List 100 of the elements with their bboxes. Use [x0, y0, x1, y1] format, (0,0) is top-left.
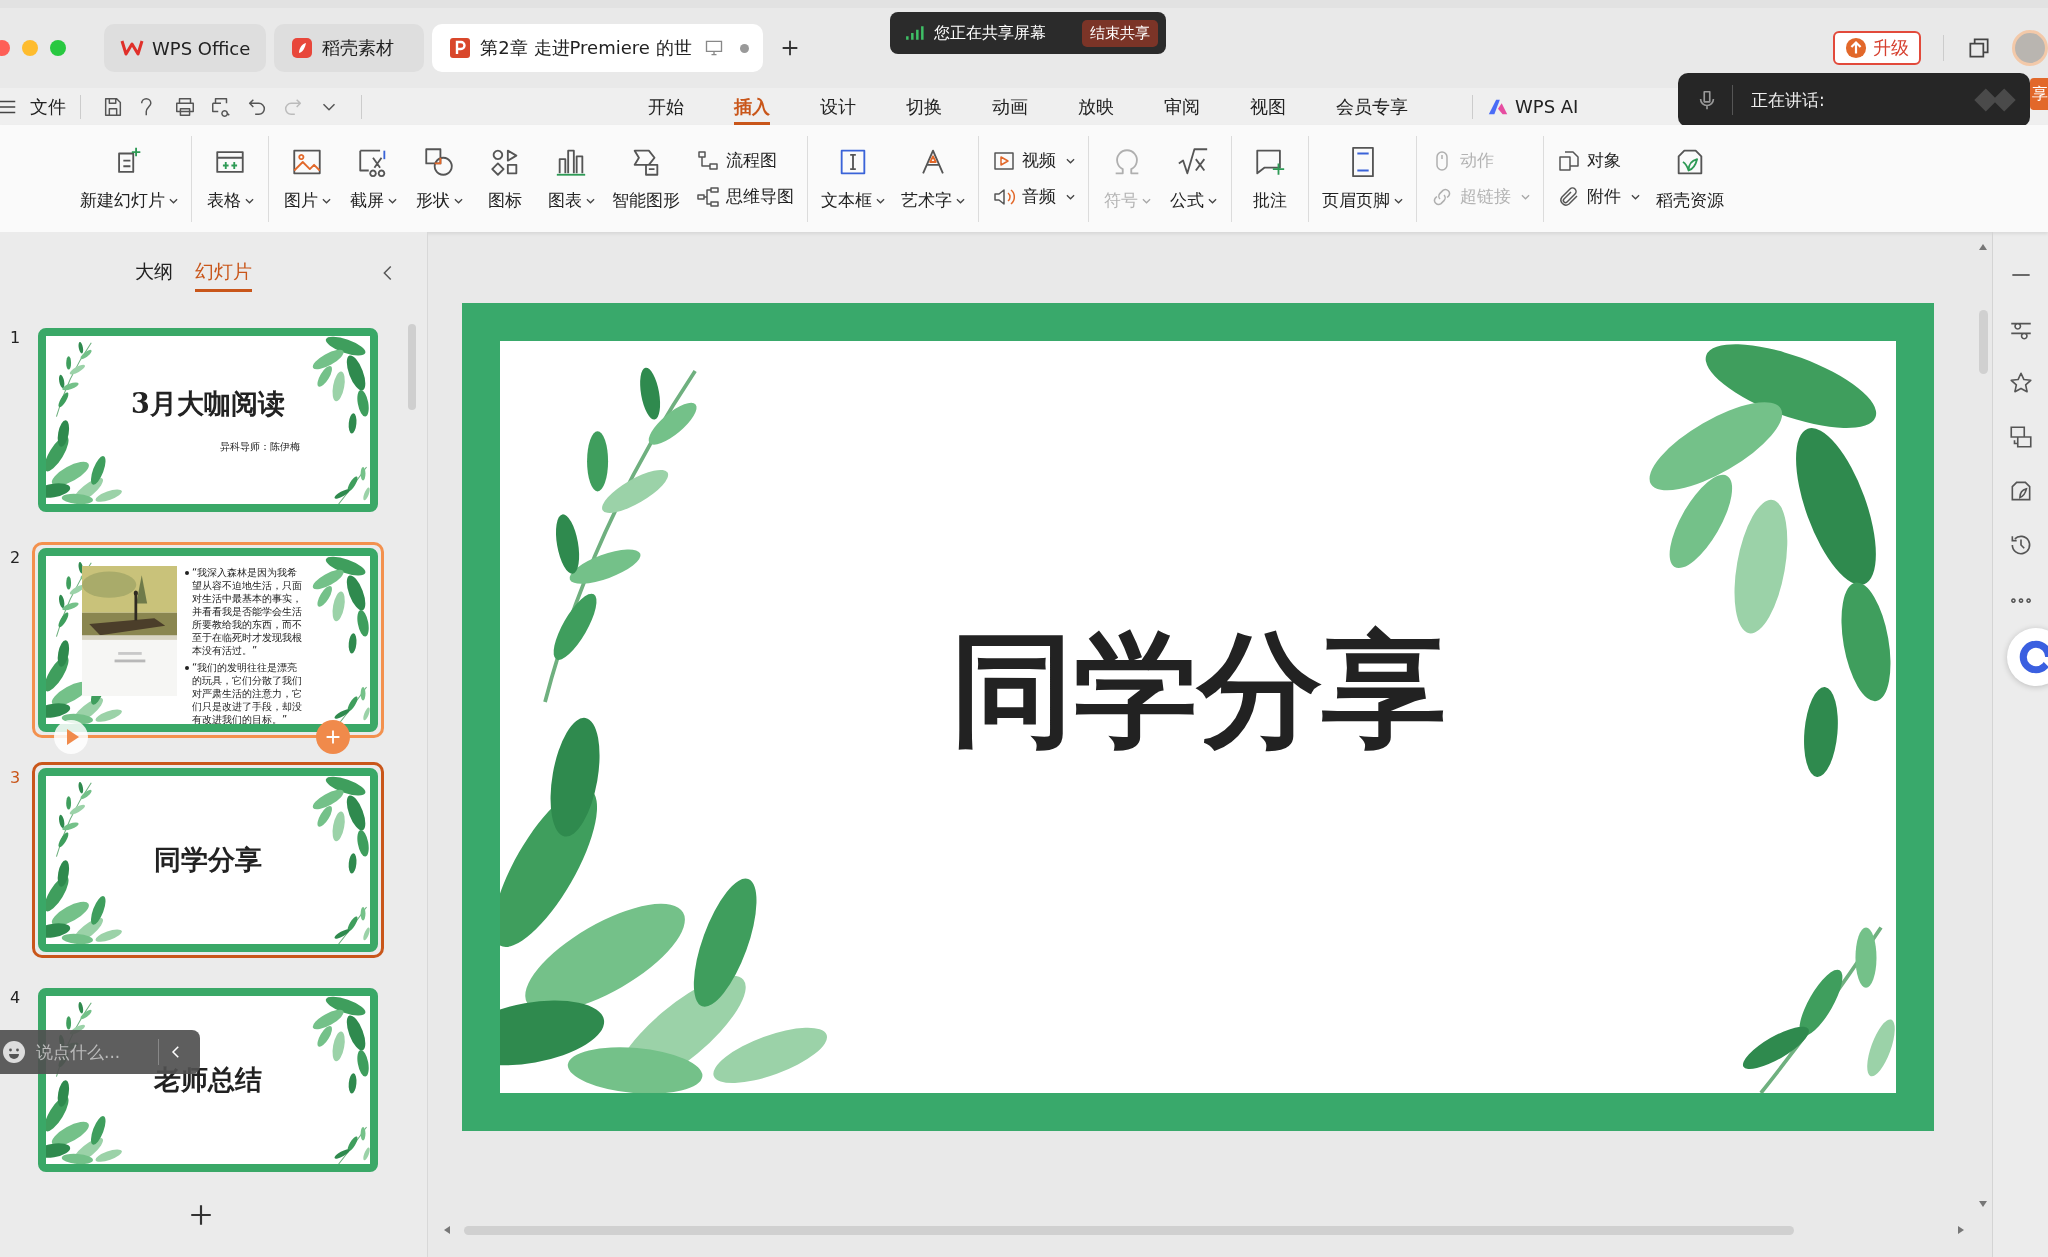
assistant-button[interactable] [2007, 628, 2048, 686]
caret-icon [1207, 197, 1217, 204]
scrollbar-thumb[interactable] [464, 1225, 1794, 1235]
ribbon-button[interactable]: 音频 [992, 184, 1075, 209]
slide-number: 2 [8, 548, 22, 567]
slide-title[interactable]: 同学分享 [950, 608, 1446, 776]
ribbon-button[interactable]: 视频 [992, 148, 1075, 173]
chat-input[interactable]: 说点什么... [34, 1041, 150, 1063]
scroll-right-icon[interactable] [1956, 1225, 1966, 1235]
slide-subtitle: 异科导师：陈伊梅 [220, 440, 300, 454]
caret-icon [321, 197, 331, 204]
play-icon [66, 729, 79, 745]
ribbon-button[interactable]: 页眉页脚 [1318, 141, 1407, 216]
menu-tab[interactable]: 放映 [1078, 88, 1114, 125]
menu-tab[interactable]: 开始 [648, 88, 684, 125]
bullet-icon [185, 666, 189, 670]
menu-tab[interactable]: 审阅 [1164, 88, 1200, 125]
paperclip-icon [1557, 184, 1581, 209]
add-icon[interactable] [188, 1202, 214, 1228]
ribbon-button[interactable]: 公式 [1164, 141, 1222, 216]
leaf-sprig-drawing [334, 686, 370, 724]
ribbon-button[interactable]: 图片 [278, 141, 336, 216]
ribbon-button[interactable]: 艺术字 [897, 141, 969, 216]
shapes-icon [422, 145, 456, 179]
caret-icon [1394, 197, 1403, 204]
caret-icon [169, 197, 178, 204]
scroll-down-icon[interactable] [1978, 1199, 1988, 1209]
window-tab[interactable]: 稻壳素材 [274, 24, 425, 72]
ribbon-button[interactable]: 对象 [1557, 148, 1640, 173]
slide-title: 同学分享 [154, 843, 262, 877]
caret-icon [1066, 157, 1075, 164]
ribbon-button[interactable]: 思维导图 [696, 184, 794, 209]
arrow-up-icon [1845, 37, 1867, 59]
menu-tab[interactable]: 会员专享 [1336, 88, 1408, 125]
ribbon-button[interactable]: 表格 [201, 141, 259, 216]
presentation-logo-icon [448, 36, 473, 60]
ribbon-button[interactable]: 稻壳资源 [1652, 141, 1728, 216]
slide-thumbnail[interactable]: “我深入森林是因为我希望从容不迫地生活，只面对生活中最基本的事实，并看看我是否能学会生活所要教给我的东西，而不至于在临死时才发现我根本没有活过。” “我们的发明往往是漂亮的玩具，它们分散了我们对严肃生活的注意力，它们只是改进了手段，却没有改进我们的目标。” [32, 542, 384, 738]
scroll-left-icon[interactable] [442, 1225, 452, 1235]
quote-text: “我深入森林是因为我希望从容不迫地生活，只面对生活中最基本的事实，并看看我是否能学会生活所要教给我的东西，而不至于在临死时才发现我根本没有活过。” [192, 566, 303, 657]
slide-number: 3 [8, 768, 22, 787]
windows-icon[interactable] [1966, 35, 1992, 61]
diamond-icon [1972, 86, 2018, 114]
ribbon-button[interactable]: 形状 [410, 141, 468, 216]
caret-icon [1066, 193, 1075, 200]
scrollbar-thumb[interactable] [1978, 310, 1988, 374]
quote-text: “我们的发明往往是漂亮的玩具，它们分散了我们对严肃生活的注意力，它们只是改进了手段，却没有改进我们的目标。” [192, 661, 303, 724]
ribbon-button[interactable]: 批注 [1241, 141, 1299, 216]
caret-icon [1631, 193, 1640, 200]
window-tab[interactable]: 第2章 走进Premiere 的世 [432, 24, 763, 72]
play-button[interactable] [54, 720, 88, 754]
menu-tab[interactable]: 动画 [992, 88, 1028, 125]
slide-number: 4 [8, 988, 22, 1007]
monitor-icon [703, 38, 724, 58]
docer-logo-icon [290, 36, 315, 60]
slide-thumbnail[interactable]: 同学分享 [32, 762, 384, 958]
window-tab[interactable]: WPS Office [104, 24, 267, 72]
ribbon-button[interactable]: 流程图 [696, 148, 794, 173]
ribbon-button[interactable]: 图表 [542, 141, 600, 216]
menu-tab[interactable]: 设计 [820, 88, 856, 125]
ribbon-button[interactable]: 文本框 [817, 141, 889, 216]
panel-tab[interactable]: 幻灯片 [195, 258, 252, 292]
smiley-icon[interactable] [2, 1040, 26, 1064]
ribbon-button[interactable]: 截屏 [344, 141, 402, 216]
menu-tab[interactable]: 切换 [906, 88, 942, 125]
scrollbar-thumb[interactable] [408, 324, 416, 410]
caret-icon [1521, 193, 1530, 200]
ribbon-button[interactable]: 智能图形 [608, 141, 684, 216]
panel-tab[interactable]: 大纲 [135, 258, 173, 292]
speaking-label: 正在讲话: [1751, 88, 1825, 112]
caret-icon [244, 197, 254, 204]
scroll-up-icon[interactable] [1978, 242, 1988, 252]
bullet-icon [185, 571, 189, 575]
caret-icon [387, 197, 397, 204]
signal-bars-icon [904, 23, 924, 43]
caret-icon [956, 197, 965, 204]
caret-icon [453, 197, 463, 204]
ribbon-button[interactable]: 附件 [1557, 184, 1640, 209]
caret-icon [876, 197, 885, 204]
object-icon [1557, 148, 1581, 173]
share-status-text: 您正在共享屏幕 [934, 22, 1046, 44]
caret-icon [1141, 197, 1151, 204]
leaf-sprig-drawing [334, 906, 370, 944]
add-slide-button[interactable] [316, 720, 350, 754]
mind-map-icon [696, 184, 720, 209]
slide-title: 3月大咖阅读 [131, 387, 285, 421]
upgrade-button[interactable]: 升级 [1833, 31, 1921, 65]
unsaved-dot-icon [739, 43, 749, 53]
slide-number: 1 [8, 328, 22, 347]
end-share-button[interactable]: 结束共享 [1082, 19, 1158, 47]
swap-icon[interactable] [2007, 424, 2034, 450]
caret-icon [585, 197, 595, 204]
flowchart-icon [696, 148, 720, 173]
menu-tab[interactable]: 视图 [1250, 88, 1286, 125]
leaf-sprig-drawing [334, 1126, 370, 1164]
file-menu-button[interactable]: 文件 [0, 94, 66, 119]
ribbon-button[interactable]: 新建幻灯片 [76, 141, 182, 216]
leaf-sprig-drawing [334, 466, 370, 504]
wps-ai-button[interactable]: WPS AI [1487, 89, 1579, 124]
ribbon-button[interactable]: 图标 [476, 141, 534, 216]
